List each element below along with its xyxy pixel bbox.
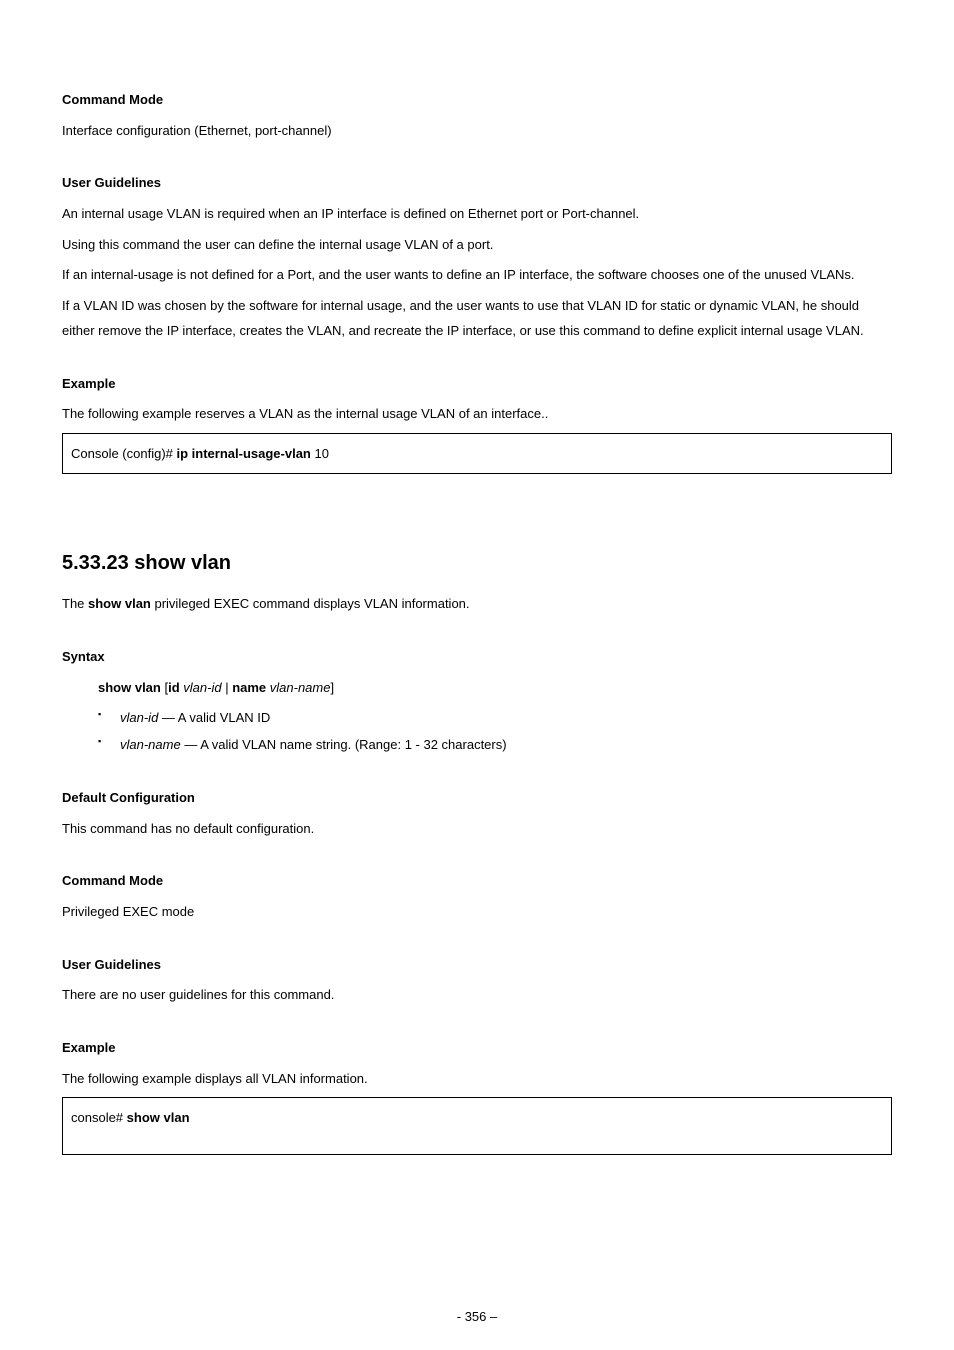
heading-command-mode: Command Mode (62, 88, 892, 113)
code-line-2: console# show vlan (71, 1110, 190, 1125)
code-box: Console (config)# ip internal-usage-vlan… (62, 433, 892, 475)
user-guidelines-p2: Using this command the user can define t… (62, 233, 892, 258)
code-cmd: ip internal-usage-vlan (177, 446, 311, 461)
show-vlan-desc: The show vlan privileged EXEC command di… (62, 592, 892, 617)
heading-user-guidelines: User Guidelines (62, 171, 892, 196)
heading-command-mode-2: Command Mode (62, 869, 892, 894)
code-prefix-2: console# (71, 1110, 127, 1125)
command-mode-text-2: Privileged EXEC mode (62, 900, 892, 925)
code-prefix: Console (config)# (71, 446, 177, 461)
bullet2-i: vlan-name (120, 737, 181, 752)
code-arg: 10 (311, 446, 329, 461)
user-guidelines-p1: An internal usage VLAN is required when … (62, 202, 892, 227)
heading-example-2: Example (62, 1036, 892, 1061)
code-box-2: console# show vlan (62, 1097, 892, 1155)
user-guidelines-text-2: There are no user guidelines for this co… (62, 983, 892, 1008)
syntax-b1: show vlan (98, 680, 164, 695)
desc-bold: show vlan (88, 596, 151, 611)
heading-example: Example (62, 372, 892, 397)
syntax-i1: vlan-id (180, 680, 226, 695)
syntax-bullet-vlan-name: vlan-name — A valid VLAN name string. (R… (98, 733, 892, 758)
syntax-b2: id (168, 680, 180, 695)
code-cmd-2: show vlan (127, 1110, 190, 1125)
example-intro-2: The following example displays all VLAN … (62, 1067, 892, 1092)
syntax-list: vlan-id — A valid VLAN ID vlan-name — A … (98, 706, 892, 757)
example-intro: The following example reserves a VLAN as… (62, 402, 892, 427)
page-number: - 356 – (0, 1305, 954, 1330)
default-config-text: This command has no default configuratio… (62, 817, 892, 842)
bullet2-text: — A valid VLAN name string. (Range: 1 - … (181, 737, 507, 752)
desc-pre: The (62, 596, 88, 611)
page: Command Mode Interface configuration (Et… (0, 0, 954, 1350)
heading-default-config: Default Configuration (62, 786, 892, 811)
code-line: Console (config)# ip internal-usage-vlan… (71, 446, 329, 461)
heading-user-guidelines-2: User Guidelines (62, 953, 892, 978)
syntax-t3: ] (330, 680, 334, 695)
user-guidelines-p4: If a VLAN ID was chosen by the software … (62, 294, 892, 343)
desc-post: privileged EXEC command displays VLAN in… (151, 596, 470, 611)
section-title-show-vlan: 5.33.23 show vlan (62, 544, 892, 582)
command-mode-text: Interface configuration (Ethernet, port-… (62, 119, 892, 144)
heading-syntax: Syntax (62, 645, 892, 670)
syntax-b3: name (232, 680, 266, 695)
bullet1-text: — A valid VLAN ID (158, 710, 270, 725)
syntax-line: show vlan [id vlan-id | name vlan-name] (98, 676, 892, 701)
syntax-bullet-vlan-id: vlan-id — A valid VLAN ID (98, 706, 892, 731)
syntax-i2: vlan-name (266, 680, 330, 695)
bullet1-i: vlan-id (120, 710, 158, 725)
user-guidelines-p3: If an internal-usage is not defined for … (62, 263, 892, 288)
